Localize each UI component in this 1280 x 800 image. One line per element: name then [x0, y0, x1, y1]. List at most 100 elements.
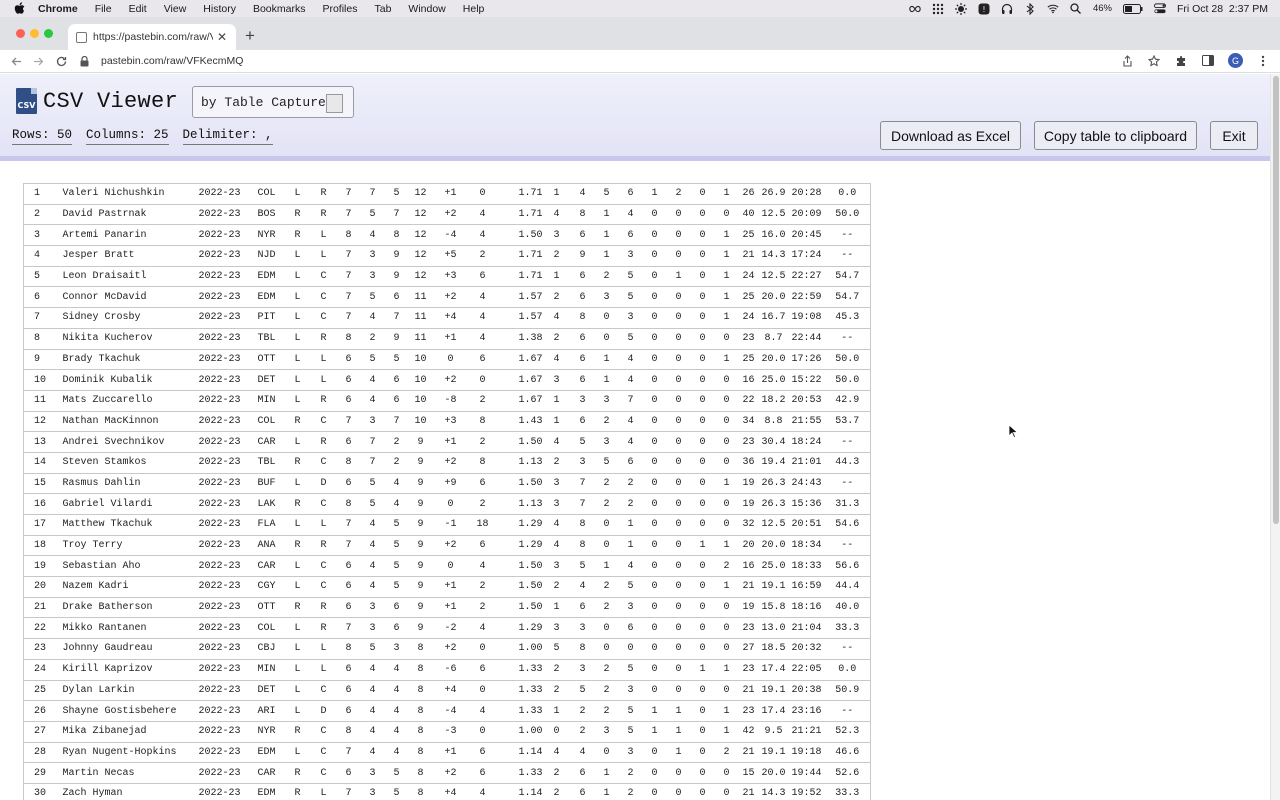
table-cell: 6	[384, 369, 409, 391]
table-cell: 1	[714, 224, 739, 247]
window-close-button[interactable]	[16, 29, 25, 38]
table-cell: 3	[360, 762, 385, 784]
table-cell: 2	[360, 327, 385, 350]
window-zoom-button[interactable]	[44, 29, 53, 38]
table-cell: Troy Terry	[54, 534, 191, 557]
menu-tab[interactable]: Tab	[374, 3, 391, 15]
page-scrollbar[interactable]	[1270, 74, 1280, 800]
table-cell: +4	[432, 679, 469, 702]
table-cell: 2	[594, 700, 619, 722]
app-badge-icon[interactable]: !	[978, 3, 990, 15]
table-cell: OTT	[248, 596, 285, 619]
menu-help[interactable]: Help	[463, 3, 485, 15]
table-cell: Andrei Svechnikov	[54, 431, 191, 453]
table-cell: 1.50	[496, 555, 543, 578]
table-cell: 0	[642, 245, 667, 267]
exit-button[interactable]: Exit	[1210, 121, 1258, 150]
scrollbar-thumb[interactable]	[1273, 76, 1279, 524]
tab-close-icon[interactable]: ✕	[217, 30, 227, 44]
table-cell: 2022-23	[190, 389, 249, 412]
url-text[interactable]: pastebin.com/raw/VFKecmMQ	[101, 55, 243, 67]
chrome-menu-icon[interactable]	[1256, 54, 1270, 68]
table-cell: 19:08	[788, 307, 825, 329]
menu-file[interactable]: File	[95, 3, 112, 15]
table-cell: -3	[432, 720, 469, 743]
search-icon[interactable]	[1070, 3, 1082, 15]
lock-icon[interactable]	[80, 55, 92, 67]
back-arrow-icon[interactable]	[8, 53, 24, 69]
table-cell: 15:22	[788, 369, 825, 391]
table-cell: 0	[642, 472, 667, 495]
table-cell: 18	[23, 534, 55, 557]
table-cell: 21:01	[788, 451, 825, 474]
table-cell: 2	[594, 679, 619, 702]
table-cell: 8	[336, 638, 361, 660]
table-row: 3 Artemi Panarin 2022-23 NYR R L 8 4 8 12 -4 4 1.50 3…	[23, 224, 871, 247]
table-cell: 4	[468, 555, 497, 578]
table-cell: +1	[432, 741, 469, 764]
forward-arrow-icon[interactable]	[30, 53, 46, 69]
table-cell: 1.71	[496, 245, 543, 267]
table-cell: 1.71	[496, 183, 543, 205]
menubar-clock[interactable]: Fri Oct 28 2:37 PM	[1177, 3, 1268, 15]
table-cell: 16.0	[758, 224, 789, 247]
menu-window[interactable]: Window	[408, 3, 445, 15]
table-cell: COL	[248, 617, 285, 640]
menu-edit[interactable]: Edit	[129, 3, 147, 15]
copy-clipboard-button[interactable]: Copy table to clipboard	[1034, 121, 1197, 150]
address-bar[interactable]: pastebin.com/raw/VFKecmMQ	[80, 51, 1180, 71]
table-cell: 22:59	[788, 286, 825, 309]
wifi-icon[interactable]	[1047, 3, 1059, 15]
table-cell: BUF	[248, 472, 285, 495]
table-cell: 1	[642, 720, 667, 743]
menu-history[interactable]: History	[203, 3, 236, 15]
table-cell: 3	[360, 782, 385, 800]
table-cell: 0	[690, 720, 715, 743]
table-cell: 9	[408, 472, 433, 495]
table-cell: 13.0	[758, 617, 789, 640]
table-cell: 2022-23	[190, 203, 249, 226]
table-cell: C	[310, 493, 337, 515]
delimiter-info[interactable]: Delimiter: ,	[182, 128, 273, 145]
table-cell: 31.3	[824, 493, 871, 515]
table-cell: 5	[618, 658, 643, 681]
table-cell: 6	[570, 596, 595, 619]
profile-avatar[interactable]: G	[1228, 53, 1243, 68]
bookmark-star-icon[interactable]	[1147, 54, 1161, 68]
extensions-puzzle-icon[interactable]	[1174, 54, 1188, 68]
table-row: 30 Zach Hyman 2022-23 EDM R L 7 3 5 8 +4 4 1.14 2 6 1 2 0…	[23, 782, 871, 800]
table-row: 12 Nathan MacKinnon 2022-23 COL R C 7 3 7 10 +3 8 1.…	[23, 410, 871, 433]
table-cell: L	[284, 700, 311, 722]
infinity-icon[interactable]	[909, 3, 921, 15]
table-capture-badge[interactable]: by Table Capture	[192, 86, 354, 118]
browser-tab-active[interactable]: https://pastebin.com/raw/VFKe ✕	[68, 24, 236, 50]
sun-gear-icon[interactable]	[954, 2, 967, 15]
reload-icon[interactable]	[53, 53, 69, 69]
side-panel-icon[interactable]	[1201, 54, 1215, 68]
table-cell: 0	[714, 431, 739, 453]
table-cell: 2	[384, 431, 409, 453]
grid-dots-icon[interactable]	[932, 3, 944, 15]
menu-view[interactable]: View	[164, 3, 187, 15]
table-cell: DET	[248, 679, 285, 702]
window-minimize-button[interactable]	[30, 29, 39, 38]
table-cell: 4	[468, 203, 497, 226]
table-cell: 0	[666, 782, 691, 800]
download-excel-button[interactable]: Download as Excel	[880, 121, 1021, 150]
table-cell: 0	[690, 265, 715, 288]
menu-chrome[interactable]: Chrome	[38, 3, 78, 15]
table-cell: 0	[690, 555, 715, 578]
battery-icon[interactable]	[1122, 3, 1143, 15]
table-cell: 1	[714, 348, 739, 371]
new-tab-button[interactable]: +	[245, 27, 255, 44]
table-cell: 8	[468, 410, 497, 433]
headphones-icon[interactable]	[1001, 3, 1013, 15]
menu-bookmarks[interactable]: Bookmarks	[253, 3, 306, 15]
control-center-icon[interactable]	[1153, 3, 1166, 15]
table-cell: 46.6	[824, 741, 871, 764]
table-cell: 5	[384, 348, 409, 371]
bluetooth-icon[interactable]	[1024, 2, 1036, 15]
apple-logo-icon[interactable]	[12, 2, 26, 16]
share-icon[interactable]	[1120, 54, 1134, 68]
menu-profiles[interactable]: Profiles	[322, 3, 357, 15]
